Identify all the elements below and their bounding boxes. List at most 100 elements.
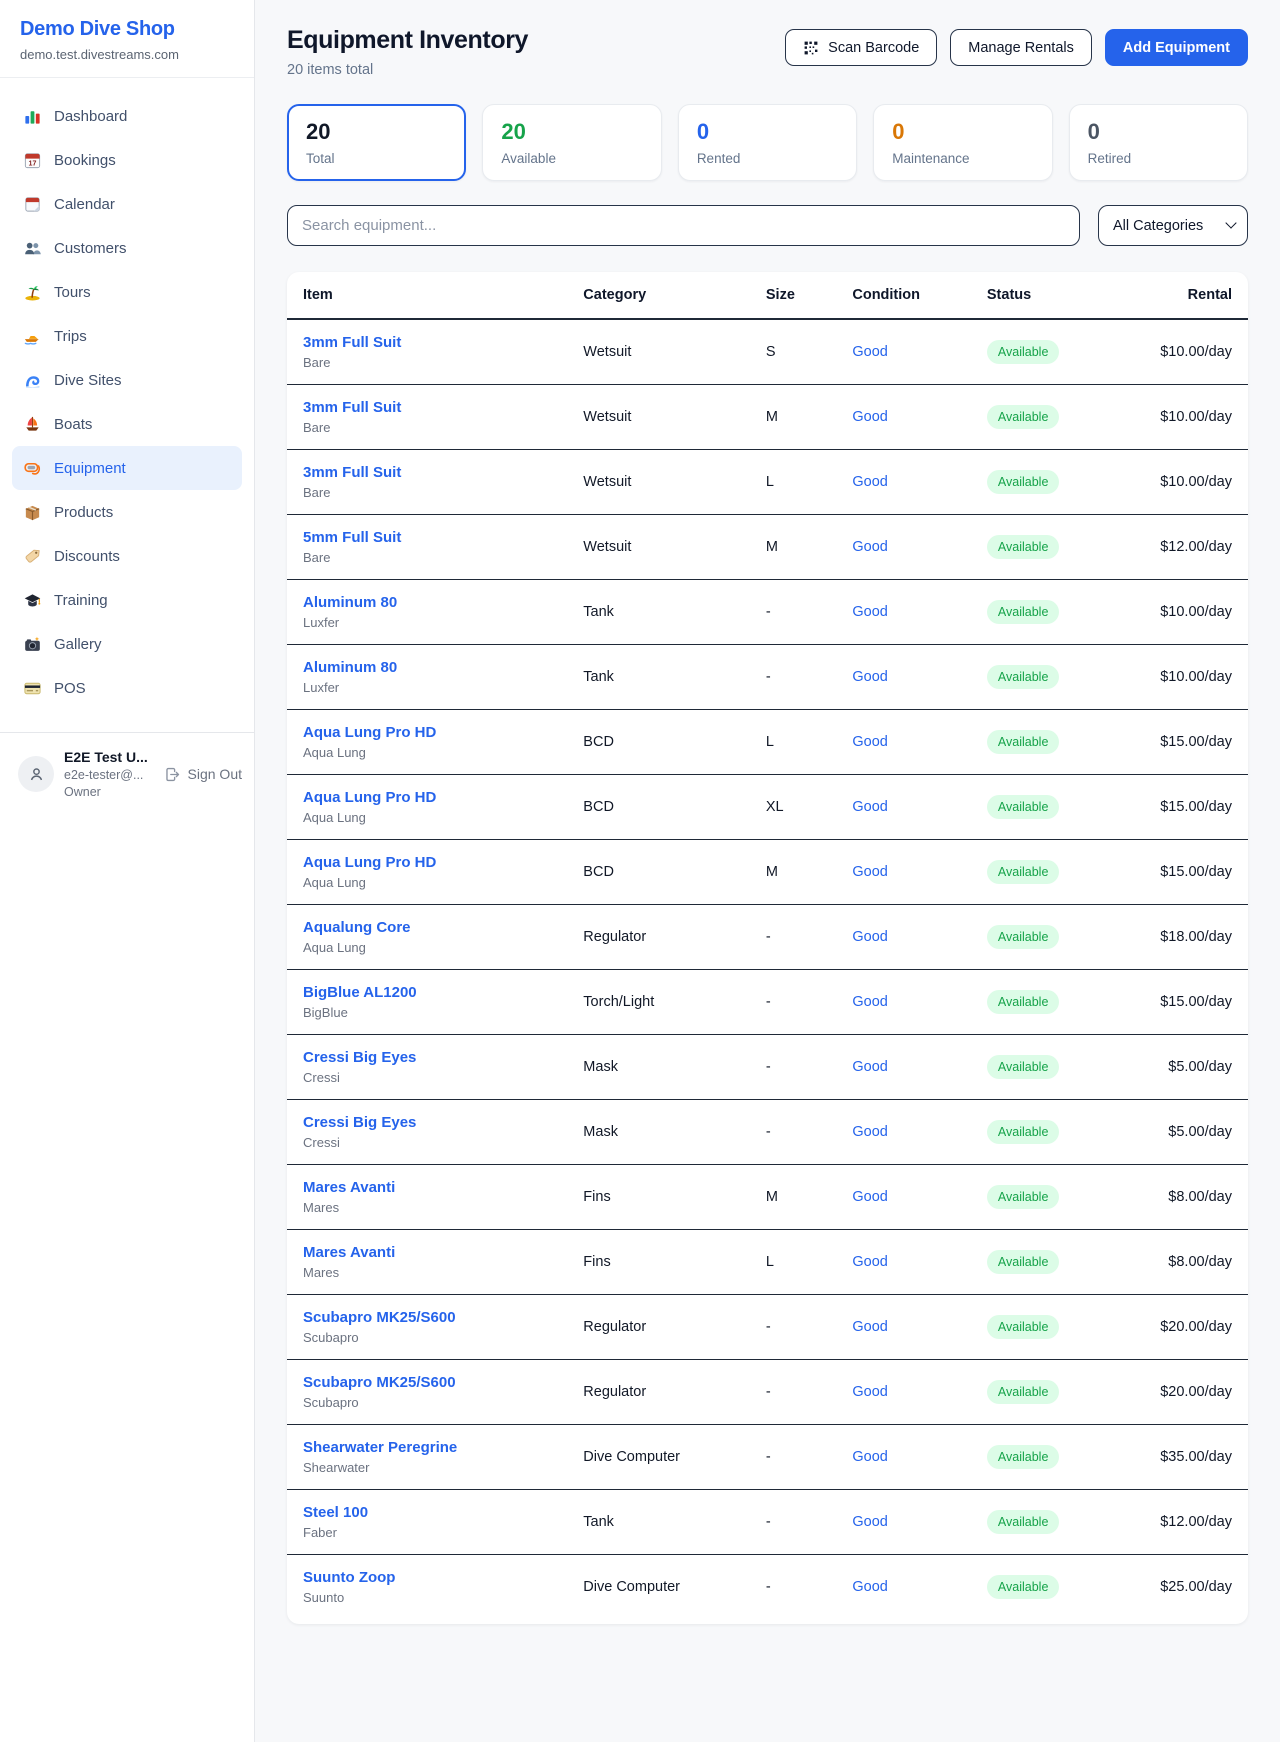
item-condition-link[interactable]: Good (852, 1189, 887, 1205)
table-row: Aqualung Core Aqua Lung Regulator - Good… (287, 905, 1248, 970)
sidebar-nav-item[interactable]: Calendar (12, 182, 242, 226)
item-name-link[interactable]: Aqualung Core (303, 919, 567, 936)
item-condition-link[interactable]: Good (852, 864, 887, 880)
item-condition-link[interactable]: Good (852, 1124, 887, 1140)
item-condition-link[interactable]: Good (852, 734, 887, 750)
category-select[interactable]: All Categories (1098, 205, 1248, 246)
col-item: Item (287, 272, 575, 319)
item-name-link[interactable]: 3mm Full Suit (303, 334, 567, 351)
item-condition-link[interactable]: Good (852, 604, 887, 620)
sidebar-nav-item[interactable]: Gallery (12, 622, 242, 666)
sidebar-nav-item[interactable]: Dive Sites (12, 358, 242, 402)
sidebar-nav-item[interactable]: Discounts (12, 534, 242, 578)
sidebar-nav-item[interactable]: Products (12, 490, 242, 534)
bookings-icon: 17 (22, 150, 42, 170)
brand: Demo Dive Shop demo.test.divestreams.com (0, 0, 254, 78)
item-condition-link[interactable]: Good (852, 799, 887, 815)
stat-value: 0 (1088, 119, 1229, 145)
item-name-link[interactable]: 5mm Full Suit (303, 529, 567, 546)
item-name-link[interactable]: Mares Avanti (303, 1244, 567, 1261)
sidebar-nav-item[interactable]: Tours (12, 270, 242, 314)
item-condition-link[interactable]: Good (852, 994, 887, 1010)
item-size: L (758, 450, 844, 515)
item-condition-link[interactable]: Good (852, 409, 887, 425)
stat-card[interactable]: 0 Rented (678, 104, 857, 181)
stat-card[interactable]: 0 Retired (1069, 104, 1248, 181)
item-condition-link[interactable]: Good (852, 929, 887, 945)
sidebar-nav-item[interactable]: Dashboard (12, 94, 242, 138)
item-name-link[interactable]: Mares Avanti (303, 1179, 567, 1196)
item-condition-link[interactable]: Good (852, 669, 887, 685)
item-category: Wetsuit (575, 319, 758, 385)
item-name-link[interactable]: Aqua Lung Pro HD (303, 724, 567, 741)
item-name-link[interactable]: Steel 100 (303, 1504, 567, 1521)
stat-card[interactable]: 0 Maintenance (873, 104, 1052, 181)
item-condition-link[interactable]: Good (852, 1059, 887, 1075)
sidebar-nav-item[interactable]: POS (12, 666, 242, 710)
equipment-table-card: Item Category Size Condition Status Rent… (287, 272, 1248, 1624)
status-badge: Available (987, 1120, 1060, 1144)
item-name-link[interactable]: Aluminum 80 (303, 659, 567, 676)
item-name-link[interactable]: Aqua Lung Pro HD (303, 789, 567, 806)
item-name-link[interactable]: 3mm Full Suit (303, 464, 567, 481)
item-brand: Bare (303, 485, 567, 500)
item-brand: Scubapro (303, 1330, 567, 1345)
header-actions: Scan Barcode Manage Rentals Add Equipmen… (785, 26, 1248, 66)
sidebar: Demo Dive Shop demo.test.divestreams.com… (0, 0, 255, 1742)
item-size: XL (758, 775, 844, 840)
item-name-link[interactable]: Scubapro MK25/S600 (303, 1309, 567, 1326)
item-name-link[interactable]: Aqua Lung Pro HD (303, 854, 567, 871)
item-name-link[interactable]: BigBlue AL1200 (303, 984, 567, 1001)
user-role: Owner (64, 785, 154, 799)
table-row: Aqua Lung Pro HD Aqua Lung BCD M Good Av… (287, 840, 1248, 905)
sidebar-nav-item[interactable]: Equipment (12, 446, 242, 490)
item-name-link[interactable]: 3mm Full Suit (303, 399, 567, 416)
item-name-link[interactable]: Shearwater Peregrine (303, 1439, 567, 1456)
status-badge: Available (987, 1510, 1060, 1534)
stat-cards: 20 Total 20 Available 0 Rented 0 Mainten… (287, 104, 1248, 181)
table-row: Aluminum 80 Luxfer Tank - Good Available… (287, 645, 1248, 710)
item-brand: Aqua Lung (303, 940, 567, 955)
table-header-row: Item Category Size Condition Status Rent… (287, 272, 1248, 319)
sidebar-nav-item[interactable]: Trips (12, 314, 242, 358)
item-condition-link[interactable]: Good (852, 1579, 887, 1595)
svg-text:17: 17 (28, 159, 36, 167)
add-equipment-button[interactable]: Add Equipment (1105, 29, 1248, 66)
item-condition-link[interactable]: Good (852, 1254, 887, 1270)
status-badge: Available (987, 1250, 1060, 1274)
sidebar-nav-item[interactable]: Customers (12, 226, 242, 270)
item-condition-link[interactable]: Good (852, 1514, 887, 1530)
item-name-link[interactable]: Cressi Big Eyes (303, 1049, 567, 1066)
stat-card[interactable]: 20 Available (482, 104, 661, 181)
manage-rentals-button[interactable]: Manage Rentals (950, 29, 1092, 66)
sidebar-nav-item[interactable]: Boats (12, 402, 242, 446)
item-condition-link[interactable]: Good (852, 1384, 887, 1400)
item-condition-link[interactable]: Good (852, 1449, 887, 1465)
item-condition-link[interactable]: Good (852, 539, 887, 555)
item-condition-link[interactable]: Good (852, 1319, 887, 1335)
sign-out-icon (164, 766, 181, 783)
sign-out-button[interactable]: Sign Out (164, 766, 242, 783)
item-name-link[interactable]: Aluminum 80 (303, 594, 567, 611)
sidebar-nav-item[interactable]: Training (12, 578, 242, 622)
item-name-link[interactable]: Cressi Big Eyes (303, 1114, 567, 1131)
item-brand: Faber (303, 1525, 567, 1540)
item-rental-rate: $10.00/day (1142, 645, 1248, 710)
sidebar-nav-item-label: Dashboard (54, 108, 127, 125)
scan-barcode-button[interactable]: Scan Barcode (785, 29, 937, 66)
search-input[interactable] (287, 205, 1080, 246)
item-size: L (758, 1230, 844, 1295)
item-name-link[interactable]: Suunto Zoop (303, 1569, 567, 1586)
customers-icon (22, 238, 42, 258)
item-name-link[interactable]: Scubapro MK25/S600 (303, 1374, 567, 1391)
calendar-icon (22, 194, 42, 214)
item-condition-link[interactable]: Good (852, 344, 887, 360)
item-condition-link[interactable]: Good (852, 474, 887, 490)
stat-label: Retired (1088, 151, 1229, 166)
sidebar-nav-item[interactable]: 17 Bookings (12, 138, 242, 182)
tours-icon (22, 282, 42, 302)
stat-card[interactable]: 20 Total (287, 104, 466, 181)
item-category: Fins (575, 1165, 758, 1230)
item-size: - (758, 1100, 844, 1165)
item-brand: Scubapro (303, 1395, 567, 1410)
